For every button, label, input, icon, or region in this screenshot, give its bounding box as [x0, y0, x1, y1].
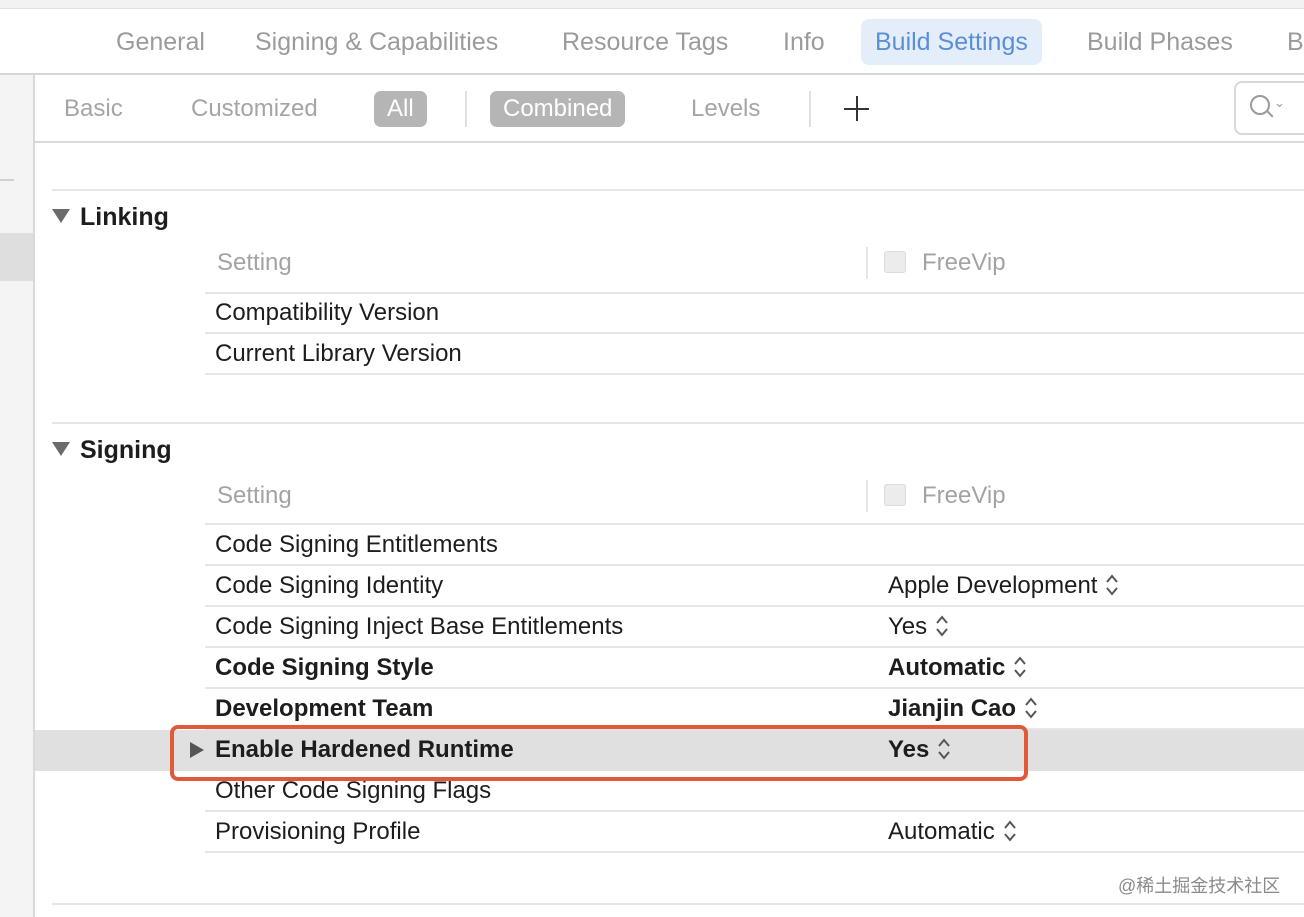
setting-row-compatibility-version[interactable]: Compatibility Version [0, 293, 1304, 334]
section-signing-header[interactable]: Signing [52, 436, 172, 465]
popup-stepper-icon [1025, 697, 1037, 719]
setting-name: Development Team [215, 695, 434, 722]
tab-general[interactable]: General [116, 19, 205, 65]
setting-row-code-signing-style[interactable]: Code Signing Style Automatic [0, 648, 1304, 689]
search-field[interactable]: ⌄ [1234, 81, 1304, 135]
setting-row-enable-hardened-runtime[interactable]: Enable Hardened Runtime Yes [35, 730, 1304, 771]
setting-row-code-signing-entitlements[interactable]: Code Signing Entitlements [0, 525, 1304, 566]
tab-resource-tags[interactable]: Resource Tags [562, 19, 728, 65]
filter-basic-button[interactable]: Basic [64, 91, 123, 127]
setting-value-popup[interactable]: Jianjin Cao [888, 689, 1038, 729]
column-divider [866, 480, 868, 512]
setting-value: Automatic [888, 818, 995, 845]
popup-stepper-icon [938, 738, 951, 760]
popup-stepper-icon [936, 615, 948, 637]
add-setting-plus-icon[interactable] [839, 91, 875, 127]
setting-row-code-signing-inject-base-entitlements[interactable]: Code Signing Inject Base Entitlements Ye… [0, 607, 1304, 648]
setting-name: Compatibility Version [215, 299, 440, 326]
setting-name: Other Code Signing Flags [215, 777, 492, 804]
section-signing-title: Signing [80, 436, 172, 464]
tab-info[interactable]: Info [783, 19, 825, 65]
view-levels-button[interactable]: Levels [691, 91, 760, 127]
chevron-down-icon: ⌄ [1274, 95, 1285, 110]
section-divider [52, 903, 1304, 905]
column-header-target-label: FreeVip [922, 482, 1006, 509]
target-app-icon [884, 251, 906, 273]
target-app-icon [884, 484, 906, 506]
popup-stepper-icon [1003, 820, 1016, 842]
build-settings-filter-bar: Basic Customized All Combined Levels ⌄ [35, 75, 1304, 143]
view-combined-button[interactable]: Combined [490, 91, 626, 127]
setting-value: Yes [888, 736, 930, 763]
window-top-edge [0, 0, 1304, 9]
setting-value-popup[interactable]: Yes [888, 730, 951, 770]
tab-build-settings[interactable]: Build Settings [861, 19, 1042, 65]
tab-build-phases[interactable]: Build Phases [1087, 19, 1233, 65]
filter-separator [809, 91, 811, 127]
setting-name: Code Signing Entitlements [215, 531, 498, 558]
setting-name: Enable Hardened Runtime [215, 736, 514, 763]
setting-row-other-code-signing-flags[interactable]: Other Code Signing Flags [0, 771, 1304, 812]
setting-value-popup[interactable]: Yes [888, 607, 949, 647]
column-divider [866, 247, 868, 279]
column-header-setting: Setting [217, 249, 292, 276]
setting-name: Code Signing Inject Base Entitlements [215, 613, 624, 640]
setting-value-popup[interactable]: Automatic [888, 812, 1017, 852]
section-linking-title: Linking [80, 203, 169, 231]
setting-name: Code Signing Style [215, 654, 434, 681]
section-divider [52, 189, 1304, 191]
watermark-text: @稀土掘金技术社区 [1118, 876, 1281, 896]
setting-row-current-library-version[interactable]: Current Library Version [0, 334, 1304, 375]
column-header-target-label: FreeVip [922, 249, 1006, 276]
search-icon [1250, 95, 1270, 115]
setting-value-popup[interactable]: Automatic [888, 648, 1027, 688]
disclosure-triangle-icon[interactable] [52, 209, 70, 223]
popup-stepper-icon [1014, 656, 1027, 678]
section-linking-header[interactable]: Linking [52, 203, 169, 232]
setting-value-popup[interactable]: Apple Development [888, 566, 1119, 606]
tab-build-rules[interactable]: B [1287, 19, 1304, 65]
column-header-target: FreeVip [884, 249, 1006, 277]
editor-tab-bar: General Signing & Capabilities Resource … [0, 9, 1304, 75]
sidebar-selected-target[interactable] [0, 233, 33, 281]
section-divider [52, 422, 1304, 424]
filter-separator [465, 91, 467, 127]
setting-value: Automatic [888, 654, 1006, 681]
disclosure-triangle-icon[interactable] [190, 742, 204, 758]
setting-value: Yes [888, 613, 928, 640]
popup-stepper-icon [1106, 574, 1119, 596]
setting-value: Jianjin Cao [888, 695, 1017, 722]
row-divider [205, 373, 1304, 375]
disclosure-triangle-icon[interactable] [52, 442, 70, 456]
setting-value: Apple Development [888, 572, 1098, 599]
row-divider [205, 851, 1304, 853]
setting-row-development-team[interactable]: Development Team Jianjin Cao [0, 689, 1304, 730]
sidebar-divider [0, 179, 14, 181]
column-header-setting: Setting [217, 482, 292, 509]
setting-row-provisioning-profile[interactable]: Provisioning Profile Automatic [0, 812, 1304, 853]
setting-name: Code Signing Identity [215, 572, 444, 599]
column-header-target: FreeVip [884, 482, 1006, 510]
setting-name: Current Library Version [215, 340, 462, 367]
tab-signing-capabilities[interactable]: Signing & Capabilities [255, 19, 498, 65]
filter-customized-button[interactable]: Customized [191, 91, 318, 127]
setting-row-code-signing-identity[interactable]: Code Signing Identity Apple Development [0, 566, 1304, 607]
setting-name: Provisioning Profile [215, 818, 421, 845]
filter-all-button[interactable]: All [374, 91, 427, 127]
